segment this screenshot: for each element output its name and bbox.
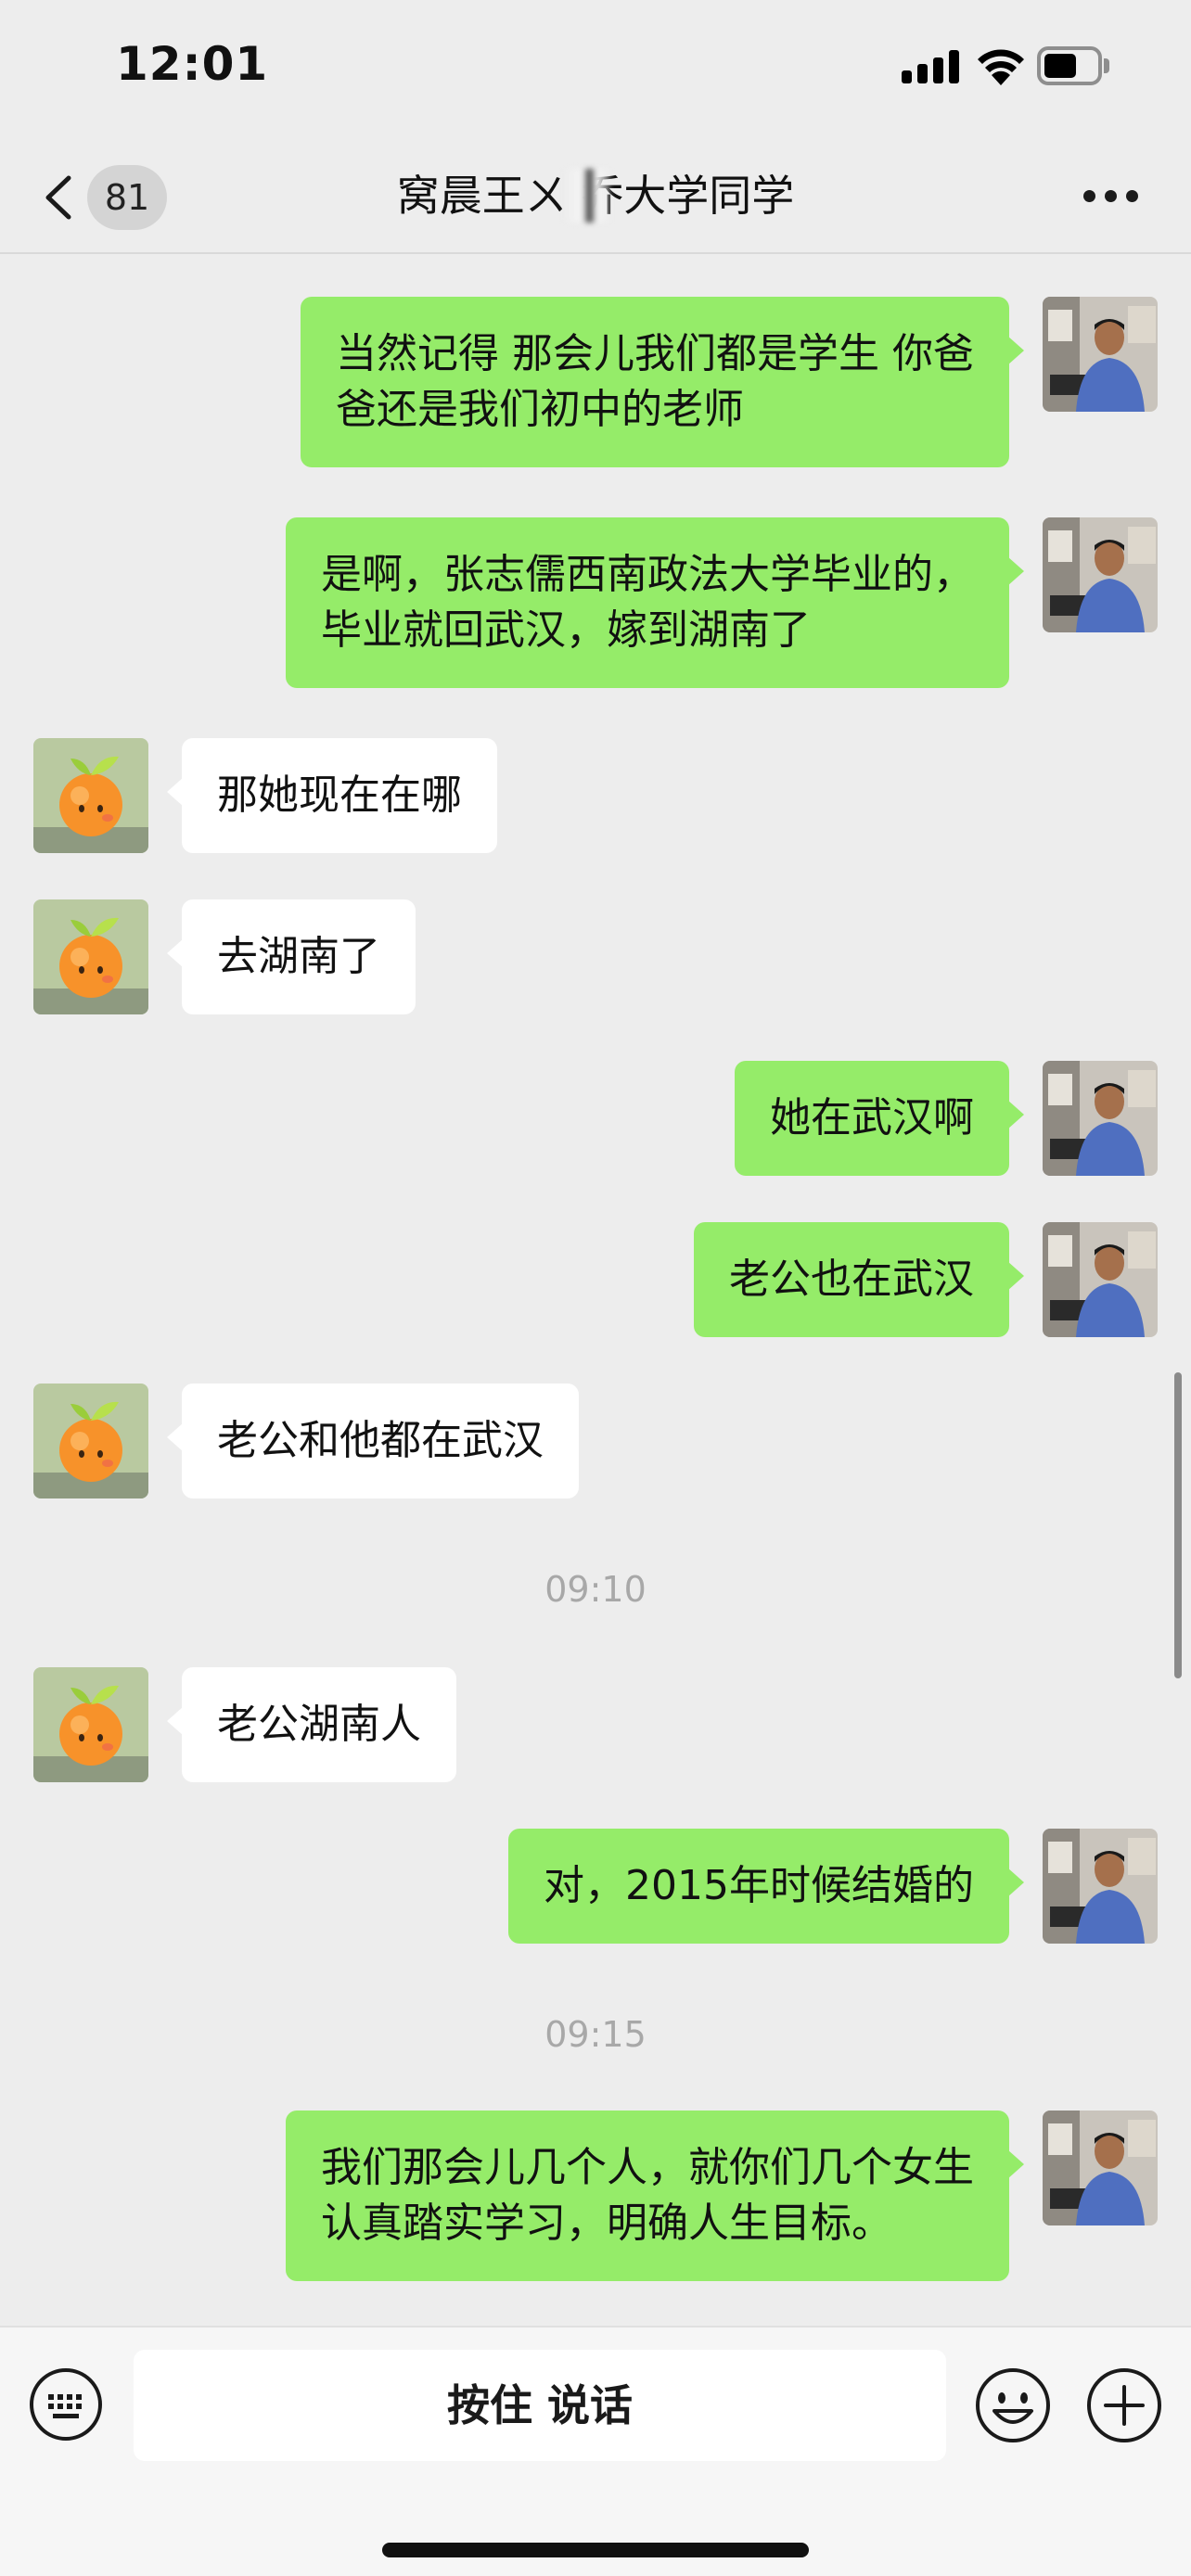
my-avatar[interactable] [1043, 297, 1158, 412]
battery-icon [1037, 46, 1109, 85]
message-line: 去湖南了 [217, 933, 380, 980]
contact-avatar[interactable] [33, 899, 148, 1014]
hold-to-talk-button[interactable]: 按住 说话 [134, 2350, 946, 2461]
plus-icon[interactable] [1085, 2366, 1163, 2444]
chat-header: 81 窝晨王ㄨ 乔大学同学 [0, 139, 1191, 254]
message-bubble-incoming[interactable]: 去湖南了 [167, 899, 416, 1014]
message-bubble-outgoing[interactable]: 她在武汉啊 [735, 1061, 1024, 1176]
message-line: 是啊，张志儒西南政法大学毕业的， [321, 551, 974, 598]
input-bar: 按住 说话 [0, 2326, 1191, 2576]
message-timestamp: 09:10 [544, 1569, 647, 1610]
my-avatar[interactable] [1043, 1829, 1158, 1944]
message-bubble-outgoing[interactable]: 是啊，张志儒西南政法大学毕业的， 毕业就回武汉，嫁到湖南了 [286, 517, 1024, 688]
message-line: 毕业就回武汉，嫁到湖南了 [321, 606, 811, 654]
scrollbar[interactable] [1174, 1372, 1182, 1678]
back-button[interactable]: 81 [33, 161, 173, 232]
message-bubble-incoming[interactable]: 老公和他都在武汉 [167, 1384, 579, 1498]
my-avatar[interactable] [1043, 1222, 1158, 1337]
my-avatar[interactable] [1043, 517, 1158, 632]
message-line: 她在武汉啊 [770, 1094, 974, 1141]
message-bubble-incoming[interactable]: 老公湖南人 [167, 1667, 456, 1782]
contact-avatar[interactable] [33, 738, 148, 853]
cellular-signal-icon [902, 50, 959, 83]
chevron-left-icon [45, 175, 71, 220]
message-line: 那她现在在哪 [217, 772, 462, 819]
home-indicator[interactable] [382, 2543, 809, 2557]
unread-count-badge: 81 [87, 165, 167, 230]
name-redaction [564, 169, 610, 223]
message-line: 老公也在武汉 [729, 1256, 974, 1303]
status-bar: 12:01 [0, 0, 1191, 139]
message-line: 老公和他都在武汉 [217, 1417, 544, 1464]
message-line: 老公湖南人 [217, 1701, 421, 1748]
emoji-icon[interactable] [974, 2366, 1052, 2444]
message-line: 我们那会儿几个人，就你们几个女生 [321, 2144, 974, 2191]
message-line: 爸还是我们初中的老师 [336, 386, 745, 433]
message-bubble-outgoing[interactable]: 当然记得 那会儿我们都是学生 你爸 爸还是我们初中的老师 [301, 297, 1024, 467]
wifi-icon [974, 45, 1028, 85]
contact-avatar[interactable] [33, 1667, 148, 1782]
my-avatar[interactable] [1043, 1061, 1158, 1176]
contact-avatar[interactable] [33, 1384, 148, 1498]
message-bubble-outgoing[interactable]: 老公也在武汉 [694, 1222, 1024, 1337]
message-line: 对，2015年时候结婚的 [544, 1862, 974, 1909]
message-line: 认真踏实学习，明确人生目标。 [321, 2200, 892, 2247]
more-dots-icon[interactable] [1083, 187, 1139, 206]
message-bubble-outgoing[interactable]: 我们那会儿几个人，就你们几个女生 认真踏实学习，明确人生目标。 [286, 2111, 1024, 2281]
message-bubble-outgoing[interactable]: 对，2015年时候结婚的 [508, 1829, 1024, 1944]
status-time: 12:01 [116, 37, 269, 91]
message-bubble-incoming[interactable]: 那她现在在哪 [167, 738, 497, 853]
message-line: 当然记得 那会儿我们都是学生 你爸 [336, 330, 974, 377]
keyboard-icon[interactable] [28, 2366, 104, 2442]
my-avatar[interactable] [1043, 2111, 1158, 2225]
message-timestamp: 09:15 [544, 2014, 647, 2055]
